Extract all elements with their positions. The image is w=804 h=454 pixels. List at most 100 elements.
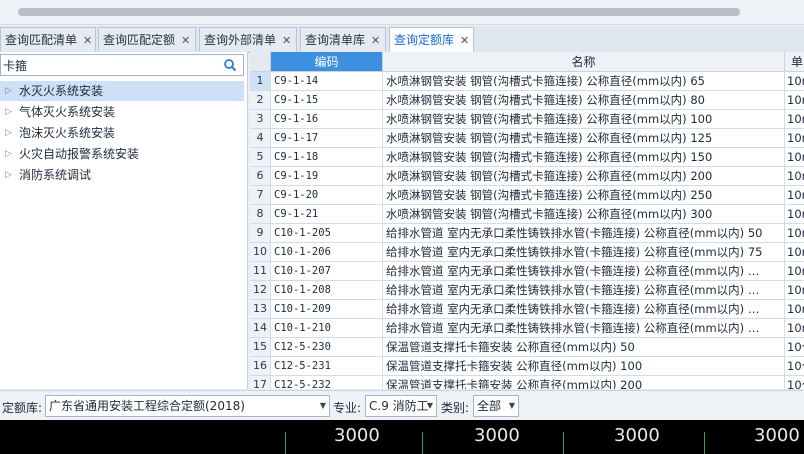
cell-unit[interactable]: 10个 <box>785 357 804 376</box>
table-row[interactable]: 15C12-5-230保温管道支撑托卡箍安装 公称直径(mm以内) 5010个 <box>250 338 804 357</box>
cell-code[interactable]: C10-1-206 <box>271 243 383 262</box>
cell-unit[interactable]: 10m <box>785 72 804 91</box>
close-icon[interactable]: ✕ <box>181 34 190 47</box>
table-row[interactable]: 3 C9-1-16 水喷淋钢管安装 钢管(沟槽式卡箍连接) 公称直径(mm以内) 1… <box>250 110 804 129</box>
cell-name[interactable]: 水喷淋钢管安装 钢管(沟槽式卡箍连接) 公称直径(mm以内) 300 <box>383 205 785 224</box>
cell-unit[interactable]: 10个 <box>785 338 804 357</box>
table-row[interactable]: 16C12-5-231保温管道支撑托卡箍安装 公称直径(mm以内) 10010个 <box>250 357 804 376</box>
cell-code[interactable]: C9-1-18 <box>271 148 383 167</box>
cell-name[interactable]: 水喷淋钢管安装 钢管(沟槽式卡箍连接) 公称直径(mm以内) 125 <box>383 129 785 148</box>
cell-code[interactable]: C9-1-16 <box>271 110 383 129</box>
table-row[interactable]: 4 C9-1-17 水喷淋钢管安装 钢管(沟槽式卡箍连接) 公称直径(mm以内) 1… <box>250 129 804 148</box>
row-number[interactable]: 17 <box>250 376 271 389</box>
table-row[interactable]: 13 C10-1-209 给排水管道 室内无承口柔性铸铁排水管(卡箍连接) 公称直径… <box>250 300 804 319</box>
cell-code[interactable]: C9-1-19 <box>271 167 383 186</box>
expand-arrow-icon[interactable]: ▷ <box>5 81 12 101</box>
cell-name[interactable]: 给排水管道 室内无承口柔性铸铁排水管(卡箍连接) 公称直径(mm以内) 75 <box>383 243 785 262</box>
table-row[interactable]: 9 C10-1-205 给排水管道 室内无承口柔性铸铁排水管(卡箍连接) 公称直径(… <box>250 224 804 243</box>
cell-code[interactable]: C10-1-210 <box>271 319 383 338</box>
cell-unit[interactable]: 10m <box>785 262 804 281</box>
cell-name[interactable]: 给排水管道 室内无承口柔性铸铁排水管(卡箍连接) 公称直径(mm以内) 50 <box>383 224 785 243</box>
column-header-name[interactable]: 名称 <box>383 52 785 72</box>
grid-corner[interactable] <box>250 52 271 72</box>
cell-code[interactable]: C12-5-230 <box>271 338 383 357</box>
close-icon[interactable]: ✕ <box>371 34 380 47</box>
row-number[interactable]: 14 <box>250 319 271 338</box>
row-number[interactable]: 4 <box>250 129 271 148</box>
tab-match-bill[interactable]: 查询匹配清单 ✕ <box>0 27 96 51</box>
scrollbar-thumb[interactable] <box>18 8 740 16</box>
close-icon[interactable]: ✕ <box>83 34 92 47</box>
cell-code[interactable]: C9-1-17 <box>271 129 383 148</box>
horizontal-scrollbar[interactable] <box>0 0 804 25</box>
cell-unit[interactable]: 10m <box>785 148 804 167</box>
expand-arrow-icon[interactable]: ▷ <box>5 144 12 164</box>
search-input[interactable] <box>3 57 215 73</box>
row-number[interactable]: 13 <box>250 300 271 319</box>
cell-name[interactable]: 给排水管道 室内无承口柔性铸铁排水管(卡箍连接) 公称直径(mm以内) … <box>383 319 785 338</box>
table-row[interactable]: 5 C9-1-18 水喷淋钢管安装 钢管(沟槽式卡箍连接) 公称直径(mm以内) 1… <box>250 148 804 167</box>
dropdown-arrow-icon[interactable]: ▼ <box>320 396 326 416</box>
tree-item-foam-fire[interactable]: ▷ 泡沫灭火系统安装 <box>0 123 244 143</box>
expand-arrow-icon[interactable]: ▷ <box>5 165 12 185</box>
cell-unit[interactable]: 10m <box>785 319 804 338</box>
cell-code[interactable]: C12-5-231 <box>271 357 383 376</box>
cell-name[interactable]: 水喷淋钢管安装 钢管(沟槽式卡箍连接) 公称直径(mm以内) 150 <box>383 148 785 167</box>
row-number[interactable]: 1 <box>250 72 271 91</box>
expand-arrow-icon[interactable]: ▷ <box>5 123 12 143</box>
cell-name[interactable]: 保温管道支撑托卡箍安装 公称直径(mm以内) 50 <box>383 338 785 357</box>
column-header-code[interactable]: 编码 <box>271 52 383 72</box>
dropdown-arrow-icon[interactable]: ▼ <box>427 396 433 416</box>
cell-name[interactable]: 给排水管道 室内无承口柔性铸铁排水管(卡箍连接) 公称直径(mm以内) … <box>383 262 785 281</box>
close-icon[interactable]: ✕ <box>282 34 291 47</box>
search-box[interactable] <box>0 54 244 76</box>
cell-unit[interactable]: 10m <box>785 281 804 300</box>
dropdown-arrow-icon[interactable]: ▼ <box>509 396 515 416</box>
cell-unit[interactable]: 10m <box>785 224 804 243</box>
category-select[interactable]: 全部 ▼ <box>473 395 519 417</box>
cell-name[interactable]: 水喷淋钢管安装 钢管(沟槽式卡箍连接) 公称直径(mm以内) 200 <box>383 167 785 186</box>
row-number[interactable]: 12 <box>250 281 271 300</box>
row-number[interactable]: 5 <box>250 148 271 167</box>
cell-unit[interactable]: 10个 <box>785 376 804 389</box>
tree-item-gas-fire[interactable]: ▷ 气体灭火系统安装 <box>0 102 244 122</box>
cell-code[interactable]: C9-1-15 <box>271 91 383 110</box>
tab-quota-library[interactable]: 查询定额库 ✕ <box>389 27 474 53</box>
cell-code[interactable]: C12-5-232 <box>271 376 383 389</box>
expand-arrow-icon[interactable]: ▷ <box>5 102 12 122</box>
cell-unit[interactable]: 10m <box>785 186 804 205</box>
cell-code[interactable]: C9-1-14 <box>271 72 383 91</box>
cell-code[interactable]: C10-1-208 <box>271 281 383 300</box>
row-number[interactable]: 15 <box>250 338 271 357</box>
library-select[interactable]: 广东省通用安装工程综合定额(2018) ▼ <box>45 395 330 417</box>
cell-unit[interactable]: 10m <box>785 243 804 262</box>
cell-name[interactable]: 水喷淋钢管安装 钢管(沟槽式卡箍连接) 公称直径(mm以内) 100 <box>383 110 785 129</box>
row-number[interactable]: 16 <box>250 357 271 376</box>
tree-item-fire-alarm[interactable]: ▷ 火灾自动报警系统安装 <box>0 144 244 164</box>
cell-unit[interactable]: 10m <box>785 110 804 129</box>
cell-unit[interactable]: 10m <box>785 129 804 148</box>
table-row[interactable]: 14 C10-1-210 给排水管道 室内无承口柔性铸铁排水管(卡箍连接) 公称直径… <box>250 319 804 338</box>
cell-code[interactable]: C10-1-205 <box>271 224 383 243</box>
cell-code[interactable]: C10-1-209 <box>271 300 383 319</box>
table-row[interactable]: 8 C9-1-21 水喷淋钢管安装 钢管(沟槽式卡箍连接) 公称直径(mm以内) 3… <box>250 205 804 224</box>
cell-name[interactable]: 保温管道支撑托卡箍安装 公称直径(mm以内) 200 <box>383 376 785 389</box>
table-row[interactable]: 7 C9-1-20 水喷淋钢管安装 钢管(沟槽式卡箍连接) 公称直径(mm以内) 2… <box>250 186 804 205</box>
cell-name[interactable]: 给排水管道 室内无承口柔性铸铁排水管(卡箍连接) 公称直径(mm以内) … <box>383 300 785 319</box>
cell-code[interactable]: C9-1-21 <box>271 205 383 224</box>
search-icon[interactable] <box>223 58 237 72</box>
row-number[interactable]: 11 <box>250 262 271 281</box>
cell-code[interactable]: C10-1-207 <box>271 262 383 281</box>
cell-name[interactable]: 水喷淋钢管安装 钢管(沟槽式卡箍连接) 公称直径(mm以内) 65 <box>383 72 785 91</box>
row-number[interactable]: 10 <box>250 243 271 262</box>
cell-name[interactable]: 给排水管道 室内无承口柔性铸铁排水管(卡箍连接) 公称直径(mm以内) … <box>383 281 785 300</box>
column-header-unit[interactable]: 单 <box>785 52 804 72</box>
cell-name[interactable]: 保温管道支撑托卡箍安装 公称直径(mm以内) 100 <box>383 357 785 376</box>
table-row[interactable]: 11 C10-1-207 给排水管道 室内无承口柔性铸铁排水管(卡箍连接) 公称直径… <box>250 262 804 281</box>
row-number[interactable]: 3 <box>250 110 271 129</box>
table-row[interactable]: 6 C9-1-19 水喷淋钢管安装 钢管(沟槽式卡箍连接) 公称直径(mm以内) 2… <box>250 167 804 186</box>
tree-item-system-debug[interactable]: ▷ 消防系统调试 <box>0 165 244 185</box>
row-number[interactable]: 9 <box>250 224 271 243</box>
tab-match-quota[interactable]: 查询匹配定额 ✕ <box>98 27 196 51</box>
table-row[interactable]: 1 C9-1-14 水喷淋钢管安装 钢管(沟槽式卡箍连接) 公称直径(mm以内) 6… <box>250 72 804 91</box>
